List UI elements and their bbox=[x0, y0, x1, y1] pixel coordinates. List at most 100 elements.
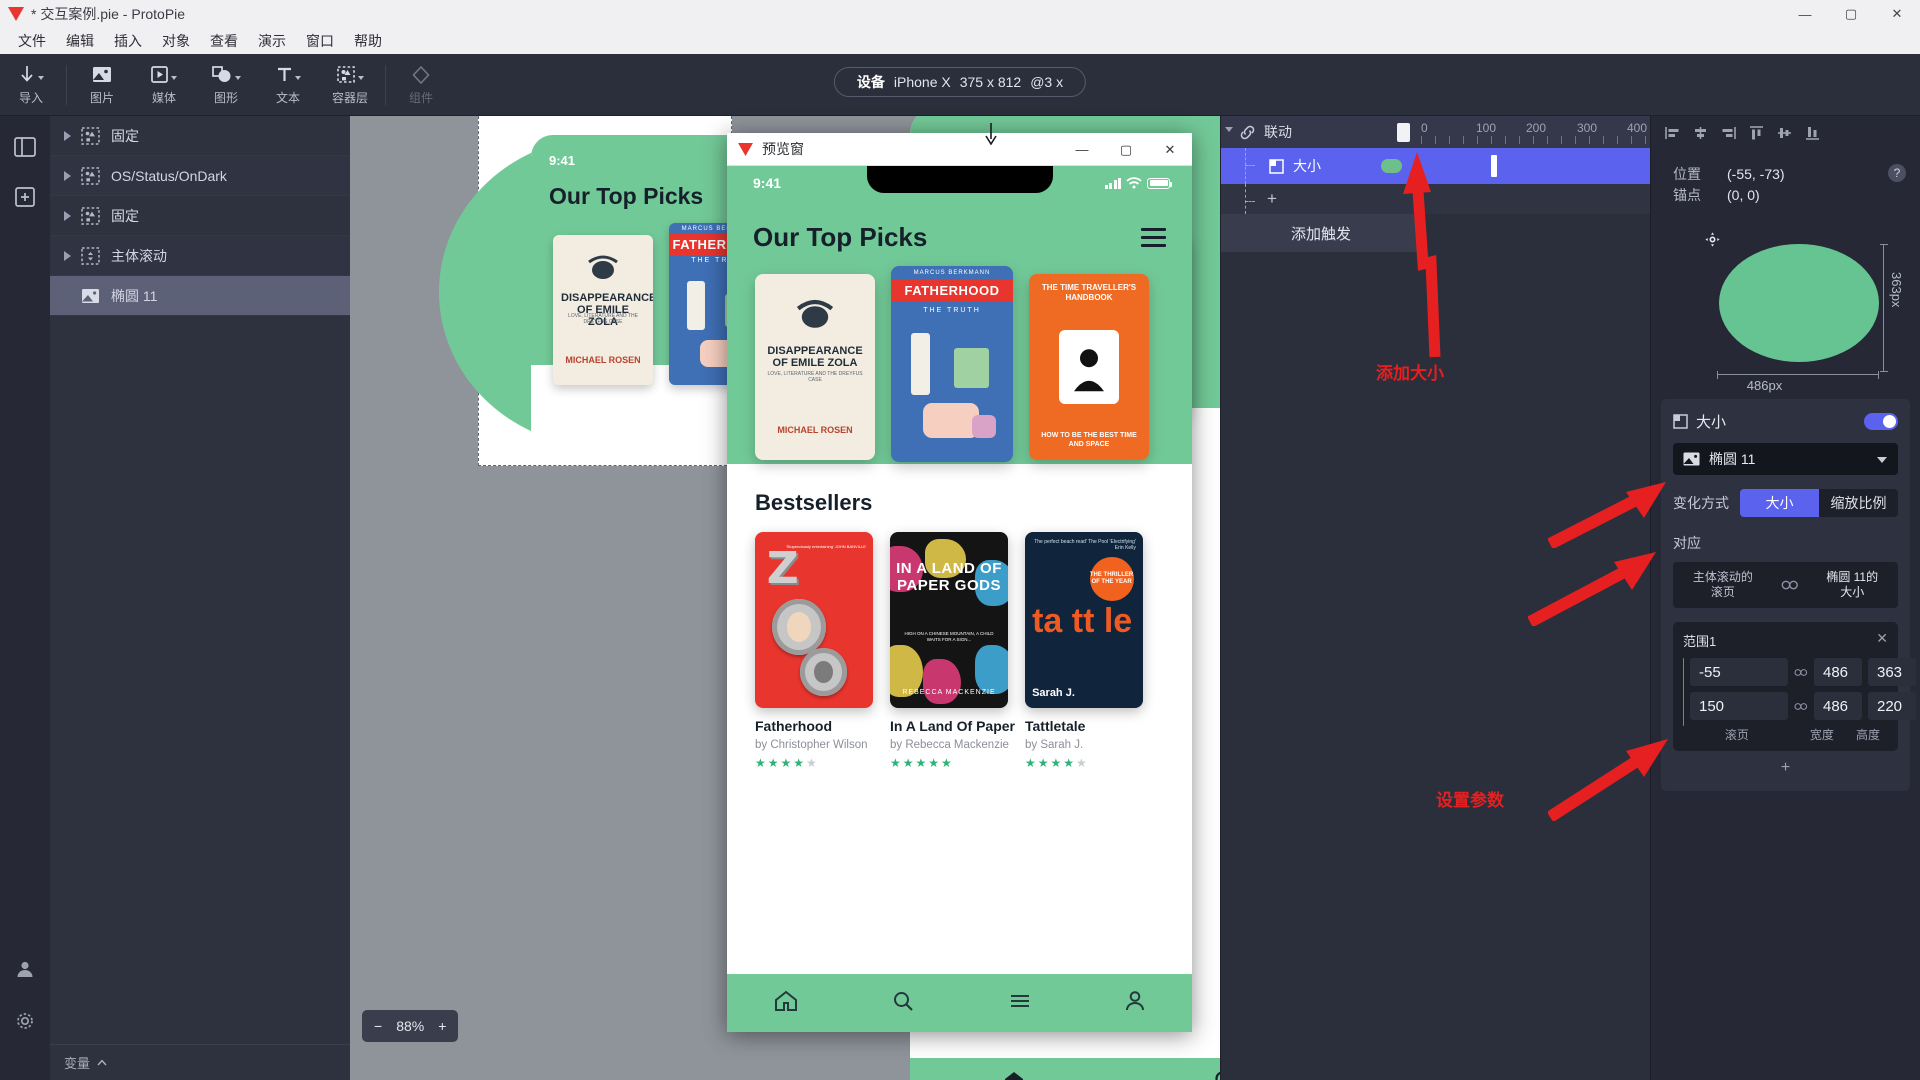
list-icon bbox=[1010, 994, 1029, 1007]
add-range-button[interactable]: + bbox=[1673, 759, 1898, 777]
status-indicators bbox=[1104, 177, 1172, 189]
artboard-fragment[interactable]: 9:41 Our Top Picks DISAPPEARANCE OF EMIL… bbox=[439, 116, 769, 466]
align-top-icon[interactable] bbox=[1749, 125, 1764, 140]
range-width-input-1[interactable]: 486 bbox=[1814, 658, 1862, 686]
toolbar-media[interactable]: 媒体 bbox=[133, 56, 195, 114]
response-duration-bar[interactable] bbox=[1421, 156, 1493, 176]
preview-maximize-button[interactable]: ▢ bbox=[1104, 133, 1148, 166]
change-mode-option-size[interactable]: 大小 bbox=[1740, 489, 1819, 517]
menu-insert[interactable]: 插入 bbox=[104, 28, 152, 54]
disclosure-triangle-icon[interactable] bbox=[64, 250, 71, 261]
disclosure-triangle-icon[interactable] bbox=[64, 170, 71, 181]
align-center-h-icon[interactable] bbox=[1693, 126, 1708, 140]
disclosure-triangle-icon[interactable] bbox=[64, 210, 71, 221]
link-icon[interactable] bbox=[1794, 702, 1808, 711]
range-height-input-2[interactable]: 220 bbox=[1868, 692, 1916, 720]
preview-close-button[interactable]: ✕ bbox=[1148, 133, 1192, 166]
layer-row[interactable]: 固定 bbox=[50, 116, 350, 156]
layer-row[interactable]: 主体滚动 bbox=[50, 236, 350, 276]
toolbar-image[interactable]: 图片 bbox=[71, 56, 133, 114]
preview-window[interactable]: 预览窗 — ▢ ✕ 9:41 Our Top Picks DISAPPEARAN… bbox=[727, 133, 1192, 1032]
range-scroll-input-1[interactable]: -55 bbox=[1690, 658, 1788, 686]
account-icon[interactable] bbox=[10, 954, 40, 984]
top-pick-card[interactable]: THE TIME TRAVELLER'S HANDBOOK HOW TO BE … bbox=[1029, 274, 1149, 460]
add-response-button[interactable]: + bbox=[1267, 189, 1277, 209]
top-pick-card[interactable]: DISAPPEARANCE OF EMILE ZOLA LOVE, LITERA… bbox=[755, 274, 875, 460]
align-right-icon[interactable] bbox=[1721, 126, 1736, 140]
phone-tab-bar[interactable] bbox=[727, 974, 1192, 1032]
bestsellers-strip[interactable]: 'Stupendously entertaining' JOHN BANVILL… bbox=[727, 516, 1192, 770]
hamburger-menu-icon[interactable] bbox=[1141, 228, 1166, 252]
cover-author: Sarah J. bbox=[1032, 687, 1075, 700]
image-icon bbox=[82, 288, 99, 303]
range-remove-button[interactable]: ✕ bbox=[1876, 630, 1888, 647]
add-scene-button[interactable] bbox=[10, 182, 40, 212]
align-center-v-icon[interactable] bbox=[1777, 126, 1792, 140]
ruler-tick-100: 100 bbox=[1476, 121, 1497, 135]
response-end-handle[interactable] bbox=[1491, 155, 1497, 177]
chevron-down-icon[interactable] bbox=[1225, 127, 1233, 132]
minimize-button[interactable]: — bbox=[1782, 0, 1828, 28]
import-icon bbox=[19, 64, 44, 86]
layer-row-ellipse-11[interactable]: 椭圆 11 bbox=[50, 276, 350, 316]
bestseller-card[interactable]: 'Stupendously entertaining' JOHN BANVILL… bbox=[755, 532, 873, 770]
toggle-layers-panel-button[interactable] bbox=[10, 132, 40, 162]
range-group-1: 范围1 ✕ -55 486 363 150 486 220 滚页 宽度 高度 bbox=[1673, 622, 1916, 751]
bestseller-card[interactable]: IN A LAND OF PAPER GODS HIGH ON A CHINES… bbox=[890, 532, 1015, 770]
change-mode-label: 变化方式 bbox=[1673, 495, 1729, 511]
top-picks-strip[interactable]: DISAPPEARANCE OF EMILE ZOLA LOVE, LITERA… bbox=[727, 266, 1192, 474]
range-height-input-1[interactable]: 363 bbox=[1868, 658, 1916, 686]
toolbar-import[interactable]: 导入 bbox=[0, 56, 62, 114]
target-layer-select[interactable]: 椭圆 11 bbox=[1673, 443, 1898, 475]
menu-present[interactable]: 演示 bbox=[248, 28, 296, 54]
status-time: 9:41 bbox=[753, 175, 782, 191]
toolbar-shape[interactable]: 图形 bbox=[195, 56, 257, 114]
close-button[interactable]: ✕ bbox=[1874, 0, 1920, 28]
toolbar-container[interactable]: 容器层 bbox=[319, 56, 381, 114]
phone-header-title: Our Top Picks bbox=[753, 222, 928, 252]
change-mode-segmented[interactable]: 大小 缩放比例 bbox=[1740, 489, 1898, 517]
layer-row[interactable]: OS/Status/OnDark bbox=[50, 156, 350, 196]
preview-window-body[interactable]: 9:41 Our Top Picks DISAPPEARANCE OF EMIL… bbox=[727, 166, 1192, 1032]
range-width-input-2[interactable]: 486 bbox=[1814, 692, 1862, 720]
menu-view[interactable]: 查看 bbox=[200, 28, 248, 54]
tab-home[interactable] bbox=[774, 990, 798, 1017]
maximize-button[interactable]: ▢ bbox=[1828, 0, 1874, 28]
range-row-1: -55 486 363 bbox=[1690, 658, 1916, 686]
align-left-icon[interactable] bbox=[1665, 126, 1680, 140]
layer-row[interactable]: 固定 bbox=[50, 196, 350, 236]
toolbar-component[interactable]: 组件 bbox=[390, 56, 452, 114]
zoom-out-button[interactable]: − bbox=[374, 1018, 382, 1034]
zoom-in-button[interactable]: + bbox=[438, 1018, 446, 1034]
variables-bar[interactable]: 变量 bbox=[50, 1044, 350, 1080]
container-icon bbox=[81, 126, 100, 145]
toolbar-text[interactable]: 文本 bbox=[257, 56, 319, 114]
disclosure-triangle-icon[interactable] bbox=[64, 130, 71, 141]
book-cover: IN A LAND OF PAPER GODS HIGH ON A CHINES… bbox=[890, 532, 1008, 708]
response-track-size[interactable]: 大小 bbox=[1221, 148, 1650, 184]
zoom-control[interactable]: − 88% + bbox=[362, 1010, 459, 1042]
align-bottom-icon[interactable] bbox=[1805, 126, 1820, 140]
link-icon[interactable] bbox=[1794, 668, 1808, 677]
trigger-chip-icon[interactable] bbox=[1397, 123, 1410, 142]
menu-window[interactable]: 窗口 bbox=[296, 28, 344, 54]
preview-minimize-button[interactable]: — bbox=[1060, 133, 1104, 166]
top-pick-card[interactable]: MARCUS BERKMANN FATHERHOOD THE TRUTH bbox=[891, 266, 1013, 462]
size-enable-toggle[interactable] bbox=[1864, 413, 1898, 430]
menu-object[interactable]: 对象 bbox=[152, 28, 200, 54]
settings-gear-icon[interactable] bbox=[10, 1006, 40, 1036]
help-icon[interactable]: ? bbox=[1888, 164, 1906, 182]
tab-list[interactable] bbox=[1009, 993, 1031, 1014]
menu-edit[interactable]: 编辑 bbox=[56, 28, 104, 54]
tab-profile[interactable] bbox=[1125, 990, 1145, 1017]
menu-file[interactable]: 文件 bbox=[8, 28, 56, 54]
add-response-row[interactable]: + bbox=[1221, 184, 1650, 214]
bestseller-card[interactable]: The perfect beach read' The Pool 'Electr… bbox=[1025, 532, 1143, 770]
device-selector[interactable]: 设备 iPhone X 375 x 812 @3 x bbox=[833, 67, 1087, 97]
add-trigger-button[interactable]: 添加触发 bbox=[1221, 214, 1421, 252]
range-scroll-input-2[interactable]: 150 bbox=[1690, 692, 1788, 720]
change-mode-option-scale[interactable]: 缩放比例 bbox=[1819, 489, 1898, 517]
toolbar-component-label: 组件 bbox=[408, 90, 433, 105]
tab-search[interactable] bbox=[892, 990, 914, 1017]
menu-help[interactable]: 帮助 bbox=[344, 28, 392, 54]
